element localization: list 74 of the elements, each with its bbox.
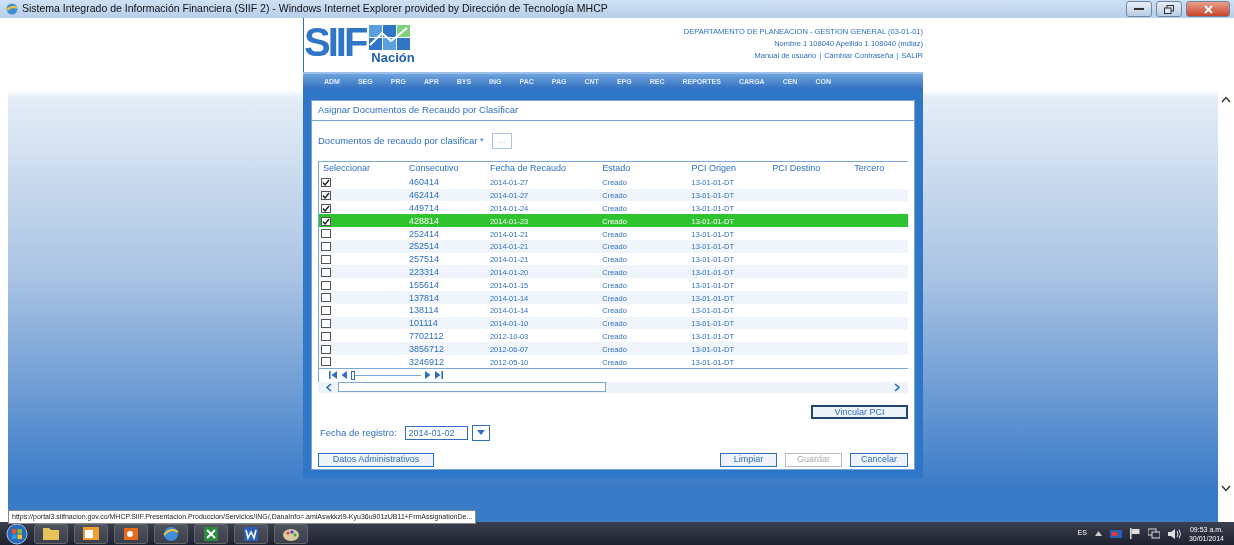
record-link[interactable]: 449714 <box>409 202 440 213</box>
action-button[interactable]: Datos Administrativos <box>318 452 434 467</box>
form-title: Asignar Documentos de Recaudo por Clasificar <box>312 101 914 122</box>
minimize-button[interactable] <box>1126 1 1152 17</box>
caret-icon <box>476 430 485 436</box>
logo-chart-icon <box>369 25 412 51</box>
checkbox[interactable] <box>321 254 331 264</box>
taskbar-button[interactable] <box>74 523 108 544</box>
previous-page-icon[interactable] <box>341 371 347 380</box>
close-icon <box>1203 4 1213 14</box>
checkbox[interactable] <box>321 203 331 213</box>
date-field[interactable]: 2014-01-02 <box>404 425 468 440</box>
checkbox[interactable] <box>321 242 331 252</box>
scroll-down-icon[interactable] <box>1221 485 1231 492</box>
column-header: Estado <box>601 162 632 176</box>
restore-icon <box>1164 4 1174 14</box>
browser-icon <box>6 3 18 15</box>
horizontal-scrollbar[interactable] <box>318 381 908 393</box>
checkbox[interactable] <box>321 229 331 239</box>
taskbar-button[interactable] <box>274 523 308 544</box>
checkbox[interactable] <box>321 190 331 200</box>
next-page-icon[interactable] <box>425 371 431 380</box>
close-button[interactable] <box>1186 1 1230 17</box>
tray-app-icon[interactable] <box>1109 527 1122 540</box>
record-link[interactable]: 252414 <box>409 228 440 239</box>
record-link[interactable]: 155614 <box>409 279 440 290</box>
taskbar-button[interactable] <box>114 523 148 544</box>
start-icon[interactable] <box>6 522 28 545</box>
checkbox[interactable] <box>321 216 331 226</box>
volume-icon[interactable] <box>1167 528 1181 539</box>
scroll-up-icon[interactable] <box>1221 96 1231 103</box>
scroll-right-icon[interactable] <box>894 382 900 392</box>
column-header: Consecutivo <box>408 162 460 176</box>
taskbar-button[interactable] <box>34 523 68 544</box>
checkbox[interactable] <box>321 344 331 354</box>
column-header: PCI Destino <box>771 162 822 176</box>
record-link[interactable]: 3246912 <box>409 356 445 367</box>
action-button[interactable]: Limpiar <box>719 452 777 467</box>
logo-text: SIIF <box>304 20 366 64</box>
checkbox[interactable] <box>321 331 331 341</box>
browse-button[interactable]: ... <box>491 133 513 150</box>
column-header: Seleccionar <box>322 162 372 176</box>
action-button[interactable]: Cancelar <box>849 452 908 467</box>
taskbar-button[interactable] <box>234 523 268 544</box>
column-header: Tercero <box>853 162 886 176</box>
taskbar-button[interactable] <box>154 523 188 544</box>
checkbox[interactable] <box>321 357 331 367</box>
flag-icon[interactable] <box>1129 528 1140 539</box>
maximize-button[interactable] <box>1156 1 1182 17</box>
tray-arrow-icon[interactable] <box>1094 531 1102 536</box>
field-label: Documentos de recaudo por clasificar * <box>318 134 484 149</box>
last-page-icon[interactable] <box>435 371 443 380</box>
logo-subtitle: Nación <box>371 51 415 64</box>
first-page-icon[interactable] <box>329 371 337 380</box>
checkbox[interactable] <box>321 306 331 316</box>
link-button[interactable]: Vincular PCI <box>811 404 908 419</box>
checkbox[interactable] <box>321 178 331 188</box>
checkbox[interactable] <box>321 280 331 290</box>
record-link[interactable]: 460414 <box>409 176 440 187</box>
minimize-icon <box>1134 7 1144 11</box>
record-link[interactable]: 138114 <box>409 304 439 315</box>
field-label: Fecha de registro: <box>320 425 397 440</box>
checkbox[interactable] <box>321 267 331 277</box>
network-icon[interactable] <box>1147 528 1160 539</box>
taskbar-button[interactable] <box>194 523 228 544</box>
record-link[interactable]: 257514 <box>409 253 440 264</box>
record-link[interactable]: 7702112 <box>409 330 444 341</box>
dropdown-button[interactable] <box>471 424 490 441</box>
column-header: PCI Origen <box>690 162 737 176</box>
checkbox[interactable] <box>321 293 331 303</box>
column-header: Fecha de Recaudo <box>488 162 567 176</box>
scroll-left-icon[interactable] <box>326 382 332 392</box>
window-title: Sistema Integrado de Información Financiera (SIIF 2) - Windows Internet Explorer provided by Dirección de Tecnología MHCP <box>22 1 608 17</box>
checkbox[interactable] <box>321 318 331 328</box>
